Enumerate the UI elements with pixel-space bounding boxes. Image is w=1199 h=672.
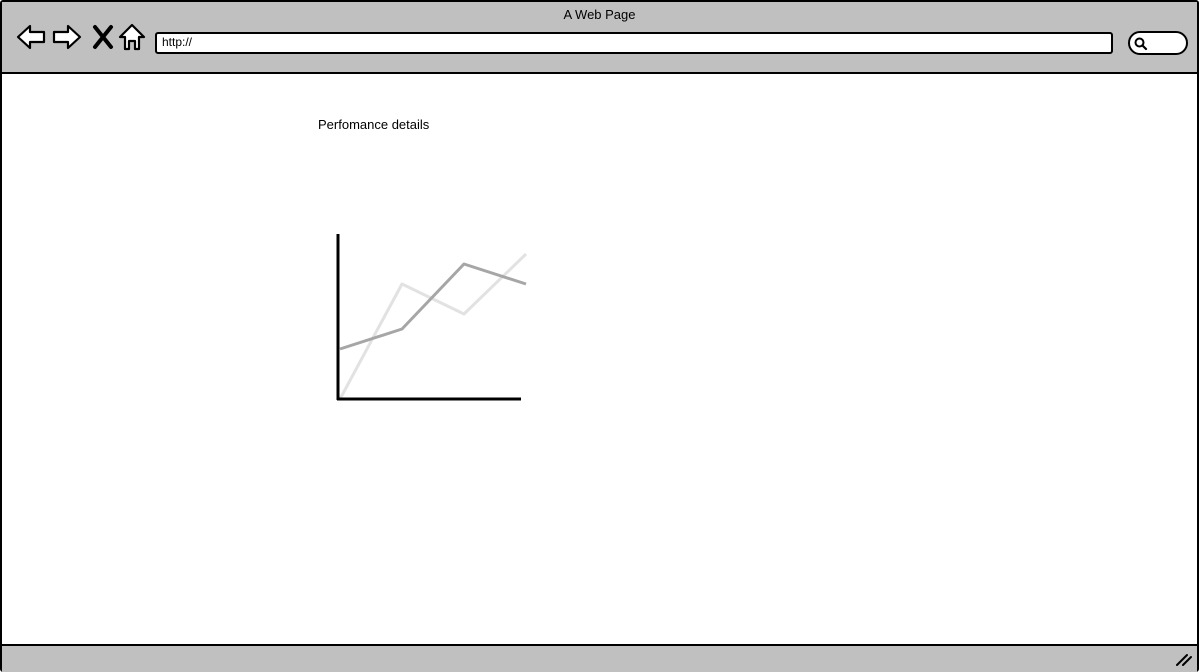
browser-window: A Web Page http:// Perfomance details [0, 0, 1199, 672]
page-heading: Perfomance details [318, 117, 430, 132]
address-bar[interactable]: http:// [155, 32, 1113, 54]
forward-arrow-icon[interactable] [52, 22, 82, 57]
series-line-1 [339, 262, 527, 351]
search-field[interactable] [1128, 31, 1188, 55]
home-icon[interactable] [118, 22, 146, 57]
status-bar [2, 644, 1197, 672]
line-chart-svg [336, 234, 528, 401]
url-text: http:// [162, 35, 193, 49]
resize-grip-icon[interactable] [1175, 652, 1193, 671]
window-title: A Web Page [563, 7, 636, 22]
search-icon [1134, 37, 1148, 51]
close-x-icon[interactable] [92, 24, 114, 55]
back-arrow-icon[interactable] [16, 22, 46, 57]
performance-chart [322, 224, 532, 419]
browser-toolbar: A Web Page http:// [2, 2, 1197, 74]
page-content: Perfomance details [2, 74, 1197, 644]
